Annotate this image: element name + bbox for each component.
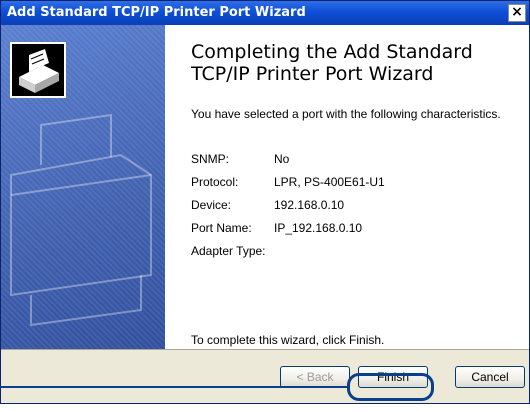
property-label: Protocol: [191,175,239,189]
printer-wizard-icon [10,42,66,98]
wizard-sidebar [1,25,165,349]
property-value: 192.168.0.10 [274,198,345,212]
button-bar: < Back Finish Cancel [1,349,529,403]
page-title: Completing the Add Standard TCP/IP Print… [191,41,473,85]
close-icon: × [511,4,523,20]
wizard-window: Add Standard TCP/IP Printer Port Wizard … [0,0,530,404]
printer-watermark [10,113,152,327]
close-button[interactable]: × [508,4,526,22]
property-label: Device: [191,198,232,212]
back-button[interactable]: < Back [280,366,350,388]
cancel-button[interactable]: Cancel [455,366,525,388]
property-label: SNMP: [191,152,230,166]
property-value: IP_192.168.0.10 [274,221,363,235]
property-value: LPR, PS-400E61-U1 [274,175,385,189]
property-label: Port Name: [191,221,252,235]
finish-instruction: To complete this wizard, click Finish. [191,333,385,347]
window-title: Add Standard TCP/IP Printer Port Wizard [7,5,306,20]
title-bar[interactable]: Add Standard TCP/IP Printer Port Wizard … [1,1,529,25]
finish-button[interactable]: Finish [358,366,428,388]
property-label: Adapter Type: [191,244,266,258]
intro-text: You have selected a port with the follow… [191,107,501,121]
callout-line [0,386,348,388]
property-value: No [274,152,290,166]
sidebar-art [10,42,152,327]
wizard-content: Completing the Add Standard TCP/IP Print… [165,25,529,349]
